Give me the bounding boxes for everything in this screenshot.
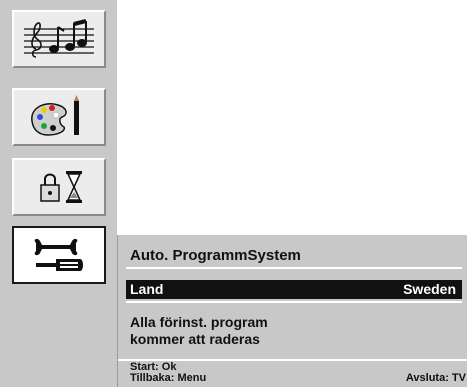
- music-icon: [24, 19, 94, 58]
- lock-timer-icon: [40, 171, 82, 203]
- country-setting-row[interactable]: Land Sweden: [126, 280, 462, 299]
- sound-menu-item[interactable]: [12, 10, 106, 68]
- country-label: Land: [130, 281, 164, 297]
- row-divider: [126, 301, 462, 303]
- key-hints: Start: Ok Tillbaka: Menu Avsluta: TV: [130, 362, 466, 384]
- dialog-title: Auto. ProgrammSystem: [126, 243, 462, 269]
- auto-program-dialog: Auto. ProgrammSystem Land Sweden Alla fö…: [117, 235, 467, 387]
- picture-menu-item[interactable]: [12, 88, 106, 146]
- exit-hint: Avsluta: TV: [405, 372, 466, 384]
- setup-menu-item[interactable]: [12, 226, 106, 284]
- menu-sidebar: [0, 0, 117, 387]
- tools-icon: [34, 238, 83, 271]
- warning-line-2: kommer att raderas: [130, 331, 260, 347]
- country-value: Sweden: [403, 281, 456, 297]
- warning-line-1: Alla förinst. program: [130, 314, 268, 330]
- warning-message: Alla förinst. program kommer att raderas: [130, 314, 450, 348]
- palette-icon: [31, 95, 79, 136]
- lock-timer-menu-item[interactable]: [12, 158, 106, 216]
